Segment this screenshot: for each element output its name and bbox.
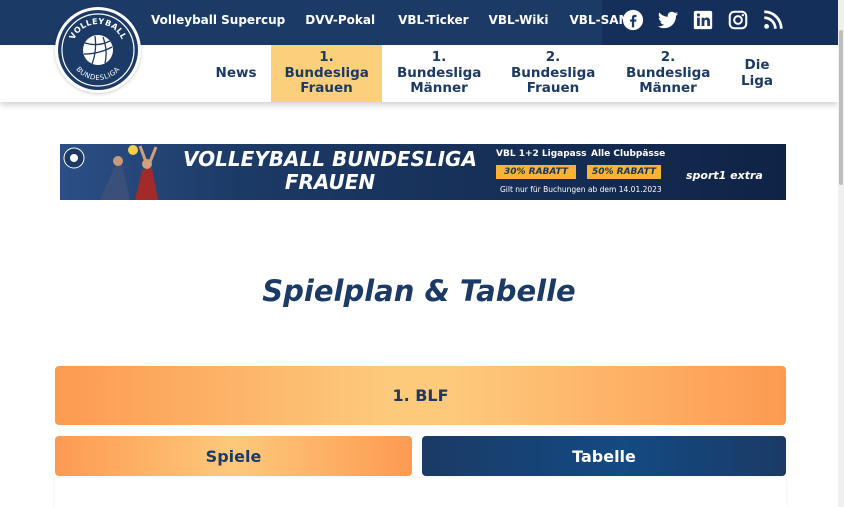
- league-selector[interactable]: 1. BLF: [55, 366, 786, 425]
- top-link-vbl-ticker[interactable]: VBL-Ticker: [398, 13, 468, 27]
- top-link-dvv-pokal[interactable]: DVV-Pokal: [305, 13, 375, 27]
- banner-title-line1: VOLLEYBALL BUNDESLIGA: [183, 147, 477, 171]
- sponsor-logo: sport1 extra: [686, 169, 763, 182]
- rss-icon[interactable]: [762, 9, 784, 31]
- ad-banner[interactable]: VOLLEYBALL BUNDESLIGA FRAUEN VBL 1+2 Lig…: [60, 144, 786, 200]
- nav-die-liga[interactable]: Die Liga: [736, 45, 778, 102]
- tab-spiele-label: Spiele: [205, 446, 262, 466]
- nav-2-bundesliga-frauen[interactable]: 2. Bundesliga Frauen: [509, 45, 597, 102]
- scrollbar-thumb[interactable]: [839, 30, 843, 185]
- top-link-vbl-wiki[interactable]: VBL-Wiki: [489, 13, 549, 27]
- league-label: 1. BLF: [392, 386, 449, 405]
- page-title: Spielplan & Tabelle: [262, 274, 576, 308]
- nav-1-bundesliga-frauen[interactable]: 1. Bundesliga Frauen: [271, 45, 382, 102]
- twitter-icon[interactable]: [657, 9, 679, 31]
- schedule-content: [55, 478, 786, 507]
- tab-tabelle[interactable]: Tabelle: [422, 436, 786, 476]
- top-links: Volleyball Supercup DVV-Pokal VBL-Ticker…: [151, 13, 639, 27]
- offer1-discount: 30% RABATT: [496, 165, 576, 179]
- offer2-label: Alle Clubpässe: [591, 149, 666, 159]
- nav-1-bundesliga-maenner[interactable]: 1. Bundesliga Männer: [395, 45, 483, 102]
- instagram-icon[interactable]: [727, 9, 749, 31]
- offer2-discount: 50% RABATT: [587, 165, 661, 179]
- offer1-label: VBL 1+2 Ligapass: [496, 149, 587, 159]
- top-link-supercup[interactable]: Volleyball Supercup: [151, 13, 285, 27]
- volleyball-logo-icon: VOLLEYBALL BUNDESLIGA: [58, 10, 138, 90]
- nav-news[interactable]: News: [210, 45, 262, 102]
- nav-2-bundesliga-maenner[interactable]: 2. Bundesliga Männer: [624, 45, 712, 102]
- offer-footnote: Gilt nur für Buchungen ab dem 14.01.2023: [500, 185, 662, 194]
- vbl-logo[interactable]: VOLLEYBALL BUNDESLIGA: [55, 7, 141, 93]
- tab-tabelle-label: Tabelle: [572, 446, 636, 466]
- banner-title-line2: FRAUEN: [284, 170, 376, 194]
- linkedin-icon[interactable]: [692, 9, 714, 31]
- facebook-icon[interactable]: [622, 9, 644, 31]
- tab-spiele[interactable]: Spiele: [55, 436, 412, 476]
